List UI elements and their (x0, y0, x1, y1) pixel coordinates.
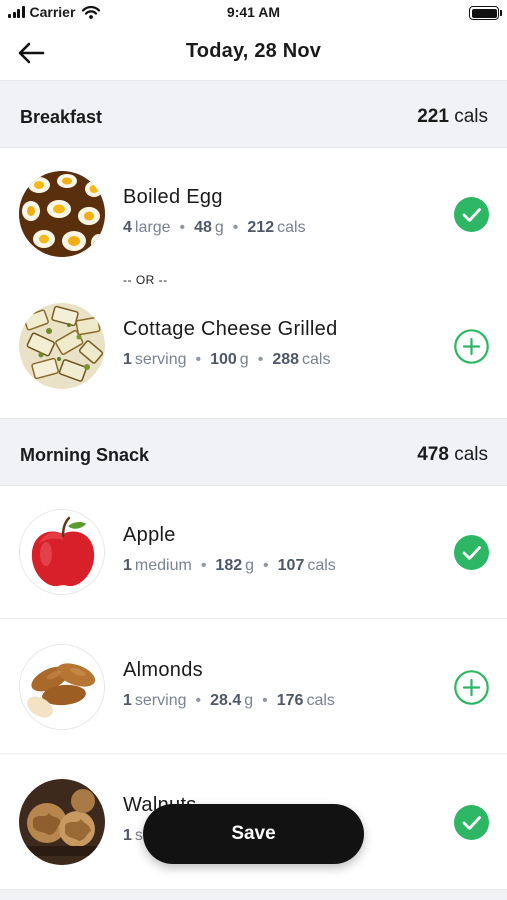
status-bar: Carrier 9:41 AM (0, 0, 507, 26)
weight-value: 28.4 (210, 692, 242, 709)
food-meta: 1 serving • 28.4 g • 176 cals (123, 692, 335, 709)
next-section-strip (0, 889, 507, 900)
page-title: Today, 28 Nov (185, 40, 322, 62)
calorie-unit: cals (302, 351, 331, 368)
boiled-egg-image (19, 171, 105, 257)
calorie-value: 176 (276, 692, 304, 709)
calorie-unit: cals (307, 557, 336, 574)
weight-unit: g (245, 557, 255, 574)
apple-image (19, 509, 105, 595)
food-item-cottage-cheese-grilled[interactable]: Cottage Cheese Grilled 1 serving • 100 g… (0, 303, 507, 391)
quantity-unit: medium (134, 557, 192, 574)
calorie-value: 212 (247, 219, 275, 236)
quantity-value: 4 (123, 219, 132, 236)
food-item-apple[interactable]: Apple 1 medium • 182 g • 107 cals (0, 509, 507, 597)
battery-icon (469, 6, 502, 20)
quantity-unit: serving (134, 692, 187, 709)
section-calories-unit: cals (454, 106, 488, 127)
section-header-breakfast: Breakfast 221 cals (0, 80, 507, 148)
weight-value: 48 (194, 219, 212, 236)
walnuts-image (19, 779, 105, 865)
status-time: 9:41 AM (226, 4, 281, 20)
check-circle-icon[interactable] (454, 197, 489, 232)
or-separator: -- OR -- (123, 273, 168, 287)
food-item-almonds[interactable]: Almonds 1 serving • 28.4 g • 176 cals (0, 644, 507, 732)
food-meta: 1 medium • 182 g • 107 cals (123, 557, 336, 574)
check-circle-icon[interactable] (454, 805, 489, 840)
calorie-unit: cals (306, 692, 335, 709)
add-circle-icon[interactable] (454, 329, 489, 364)
section-calories-unit: cals (454, 444, 488, 465)
cottage-cheese-image (19, 303, 105, 389)
section-calories-value: 478 (417, 444, 449, 465)
add-circle-icon[interactable] (454, 670, 489, 705)
quantity-unit: s (134, 827, 143, 844)
save-button[interactable]: Save (143, 804, 364, 864)
section-title: Morning Snack (20, 445, 150, 465)
quantity-value: 1 (123, 351, 132, 368)
section-calories-value: 221 (417, 106, 449, 127)
calorie-value: 107 (277, 557, 305, 574)
weight-unit: g (239, 351, 249, 368)
calorie-unit: cals (277, 219, 306, 236)
food-meta: 1 serving • 100 g • 288 cals (123, 351, 331, 368)
food-name: Boiled Egg (123, 186, 223, 208)
quantity-value: 1 (123, 827, 132, 844)
weight-value: 182 (215, 557, 243, 574)
section-title: Breakfast (20, 107, 103, 127)
list-divider (0, 618, 507, 619)
calorie-value: 288 (272, 351, 300, 368)
almonds-image (19, 644, 105, 730)
quantity-value: 1 (123, 557, 132, 574)
weight-unit: g (214, 219, 224, 236)
quantity-value: 1 (123, 692, 132, 709)
section-calories: 221 cals (417, 106, 488, 128)
quantity-unit: serving (134, 351, 187, 368)
weight-value: 100 (210, 351, 237, 368)
food-meta: 1 s (123, 827, 143, 845)
food-name: Apple (123, 524, 176, 546)
food-item-boiled-egg[interactable]: Boiled Egg 4 large • 48 g • 212 cals (0, 171, 507, 259)
food-meta: 4 large • 48 g • 212 cals (123, 219, 306, 236)
food-name: Cottage Cheese Grilled (123, 318, 338, 340)
quantity-unit: large (134, 219, 171, 236)
header: Today, 28 Nov (0, 26, 507, 80)
weight-unit: g (244, 692, 254, 709)
food-name: Almonds (123, 659, 203, 681)
check-circle-icon[interactable] (454, 535, 489, 570)
section-header-morning-snack: Morning Snack 478 cals (0, 418, 507, 486)
list-divider (0, 753, 507, 754)
section-calories: 478 cals (417, 444, 488, 466)
